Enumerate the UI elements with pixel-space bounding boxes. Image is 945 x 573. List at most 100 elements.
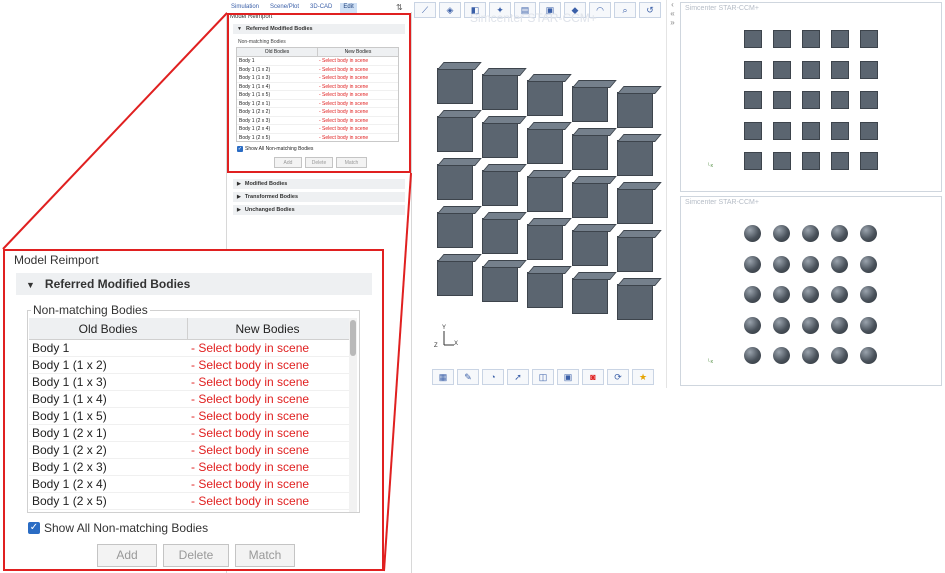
new-body-cell[interactable]: - Select body in scene <box>188 459 347 475</box>
square-body[interactable] <box>831 121 849 140</box>
sphere-body[interactable] <box>744 225 761 242</box>
view-splitter[interactable]: ‹ « » <box>666 0 678 388</box>
square-body[interactable] <box>773 152 791 170</box>
sphere-body[interactable] <box>831 286 848 303</box>
table-row[interactable]: Body 1 (1 x 5) - Select body in scene <box>29 408 357 425</box>
square-body[interactable] <box>802 91 820 109</box>
square-body[interactable] <box>831 91 849 109</box>
body-cube[interactable] <box>437 68 473 104</box>
sphere-body[interactable] <box>831 225 848 242</box>
tab-simulation[interactable]: Simulation <box>228 3 262 13</box>
new-body-cell[interactable]: - Select body in scene <box>188 442 347 458</box>
pin-icon[interactable]: ⇅ <box>396 3 403 12</box>
body-cube[interactable] <box>572 86 608 122</box>
sphere-body[interactable] <box>744 286 761 303</box>
square-body[interactable] <box>860 121 878 140</box>
new-body-cell[interactable]: - Select body in scene <box>188 374 347 390</box>
square-body[interactable] <box>744 152 762 170</box>
view-squares[interactable]: Simcenter STAR-CCM+ └x <box>680 2 942 192</box>
sphere-body[interactable] <box>802 316 819 334</box>
body-cube[interactable] <box>617 236 653 272</box>
tab-edit[interactable]: Edit <box>340 3 357 13</box>
table-scrollbar[interactable] <box>349 318 357 512</box>
scrollbar-thumb[interactable] <box>350 320 356 356</box>
body-cube[interactable] <box>527 80 563 116</box>
square-body[interactable] <box>773 30 791 48</box>
sphere-body[interactable] <box>860 316 877 334</box>
new-body-cell[interactable]: - Select body in scene <box>188 340 347 356</box>
hatch-icon[interactable]: ▦ <box>432 369 454 385</box>
body-cube[interactable] <box>572 278 608 314</box>
body-cube[interactable] <box>437 116 473 152</box>
tab-3d-cad[interactable]: 3D-CAD <box>307 3 335 13</box>
add-button[interactable]: Add <box>97 544 157 567</box>
sphere-body[interactable] <box>831 347 848 364</box>
sphere-body[interactable] <box>831 316 848 334</box>
body-cube[interactable] <box>527 272 563 308</box>
body-cube[interactable] <box>482 218 518 254</box>
group-transformed-bodies[interactable]: ▶ Transformed Bodies <box>233 192 405 202</box>
body-cube[interactable] <box>617 188 653 224</box>
chevron-left-icon[interactable]: « <box>667 9 678 18</box>
body-cube[interactable] <box>482 266 518 302</box>
new-body-cell[interactable]: - Select body in scene <box>188 476 347 492</box>
star-icon[interactable]: ★ <box>632 369 654 385</box>
sphere-body[interactable] <box>860 255 877 273</box>
sphere-body[interactable] <box>744 316 761 334</box>
square-body[interactable] <box>831 30 849 48</box>
new-body-cell[interactable]: - Select body in scene <box>188 357 347 373</box>
sphere-body[interactable] <box>802 225 819 242</box>
square-body[interactable] <box>744 121 762 140</box>
chevron-left-icon[interactable]: ‹ <box>667 0 678 9</box>
body-cube[interactable] <box>617 140 653 176</box>
pointer-icon[interactable]: ➚ <box>507 369 529 385</box>
checkbox-checked-icon[interactable]: ✓ <box>28 522 40 534</box>
sphere-body[interactable] <box>802 255 819 273</box>
sphere-body[interactable] <box>773 255 790 273</box>
square-body[interactable] <box>744 60 762 79</box>
sphere-body[interactable] <box>744 255 761 273</box>
group-unchanged-bodies[interactable]: ▶ Unchanged Bodies <box>233 205 405 215</box>
body-cube[interactable] <box>437 212 473 248</box>
body-cube[interactable] <box>437 260 473 296</box>
body-cube[interactable] <box>527 128 563 164</box>
new-body-cell[interactable]: - Select body in scene <box>188 391 347 407</box>
table-row[interactable]: Body 1 (1 x 4) - Select body in scene <box>29 391 357 408</box>
table-row[interactable]: Body 1 (1 x 2) - Select body in scene <box>29 357 357 374</box>
reset-view-icon[interactable]: ↺ <box>639 2 661 18</box>
zoom-show-all-checkbox[interactable]: ✓ Show All Non-matching Bodies <box>28 521 208 535</box>
square-body[interactable] <box>773 121 791 140</box>
table-row[interactable]: Body 1 (2 x 1) - Select body in scene <box>29 425 357 442</box>
square-body[interactable] <box>831 152 849 170</box>
pencil-icon[interactable]: ✎ <box>457 369 479 385</box>
new-body-cell[interactable]: - Select body in scene <box>188 425 347 441</box>
sphere-body[interactable] <box>744 347 761 364</box>
box-icon[interactable]: ▣ <box>557 369 579 385</box>
square-body[interactable] <box>802 152 820 170</box>
square-body[interactable] <box>802 30 820 48</box>
square-body[interactable] <box>773 91 791 109</box>
square-body[interactable] <box>744 91 762 109</box>
square-body[interactable] <box>860 60 878 79</box>
table-row[interactable]: Body 1 (2 x 4) - Select body in scene <box>29 476 357 493</box>
body-cube[interactable] <box>617 92 653 128</box>
col-old-bodies[interactable]: Old Bodies <box>29 318 188 339</box>
square-body[interactable] <box>860 30 878 48</box>
square-body[interactable] <box>802 121 820 140</box>
sphere-body[interactable] <box>802 286 819 303</box>
table-row[interactable]: Body 1 (1 x 3) - Select body in scene <box>29 374 357 391</box>
sphere-body[interactable] <box>802 347 819 364</box>
sphere-body[interactable] <box>773 286 790 303</box>
table-row[interactable]: Body 1 - Select body in scene <box>29 340 357 357</box>
layers-icon[interactable]: ◫ <box>532 369 554 385</box>
view-spheres[interactable]: Simcenter STAR-CCM+ └x <box>680 196 942 386</box>
match-button[interactable]: Match <box>235 544 295 567</box>
sphere-body[interactable] <box>773 225 790 242</box>
table-row[interactable]: Body 1 (2 x 3) - Select body in scene <box>29 459 357 476</box>
body-cube[interactable] <box>572 134 608 170</box>
zoom-group-referred-modified[interactable]: ▼ Referred Modified Bodies <box>16 273 372 295</box>
group-modified-bodies[interactable]: ▶ Modified Bodies <box>233 179 405 189</box>
body-cube[interactable] <box>617 284 653 320</box>
views-icon[interactable]: ⟳ <box>607 369 629 385</box>
camera-icon[interactable]: ◙ <box>582 369 604 385</box>
